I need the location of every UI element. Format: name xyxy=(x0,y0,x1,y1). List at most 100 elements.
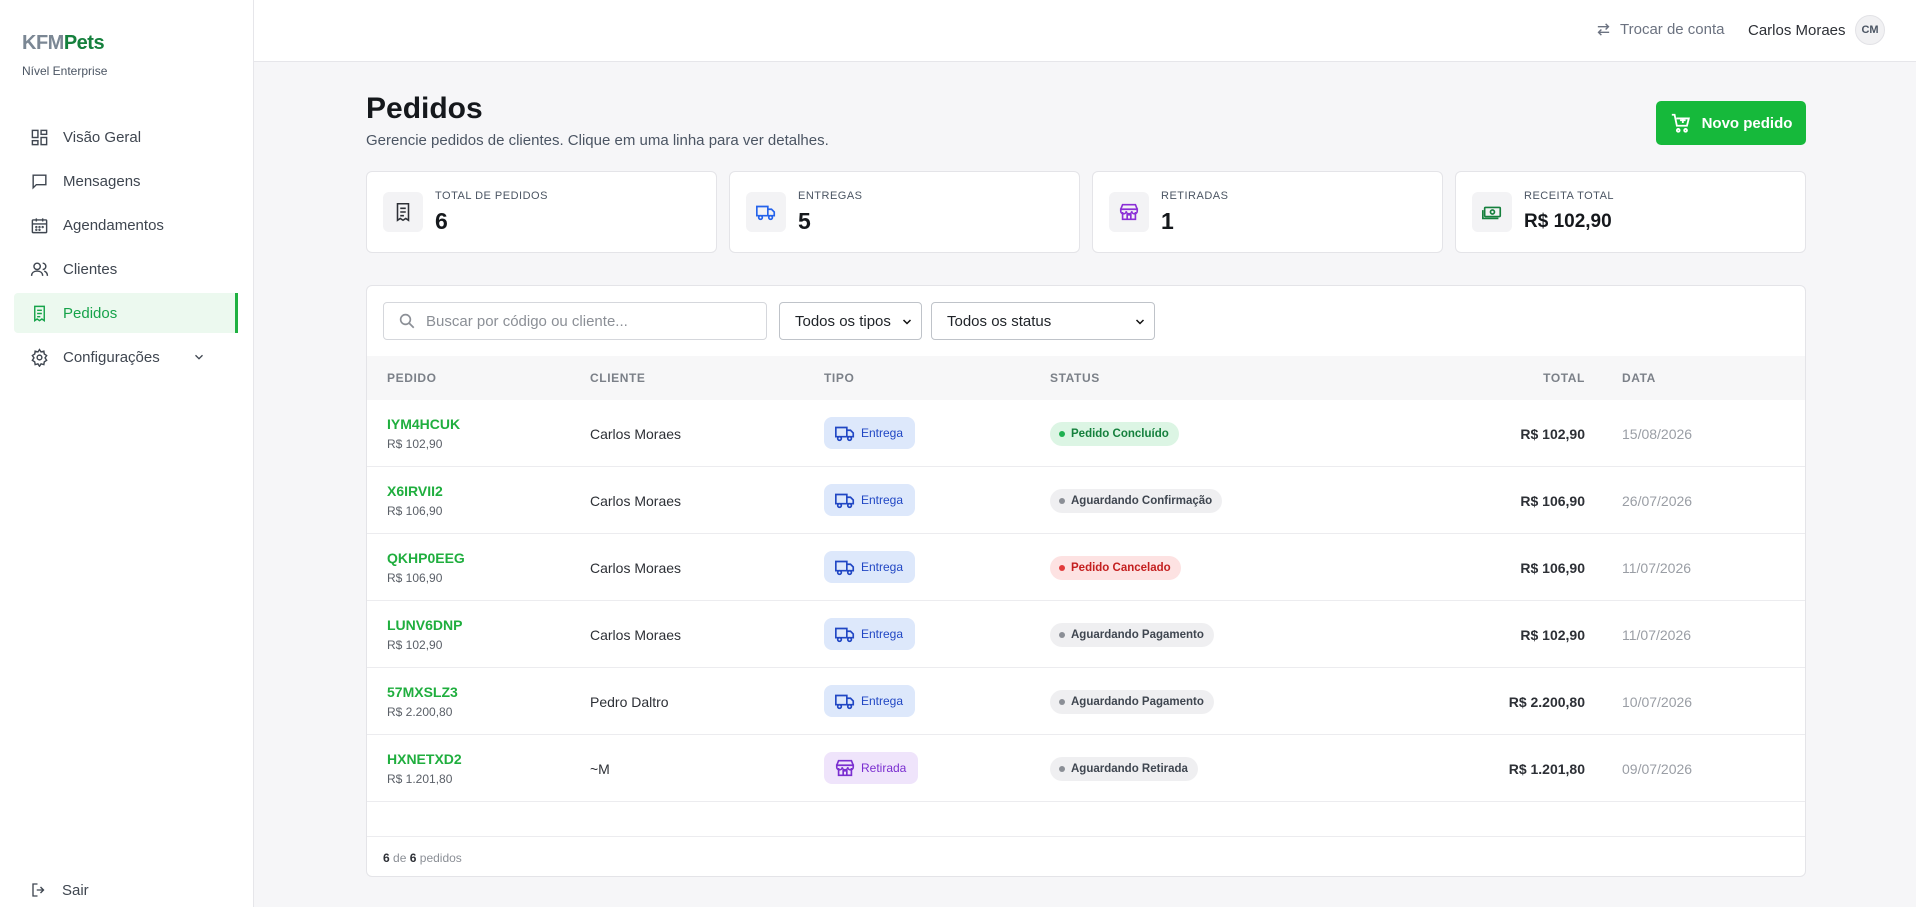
sidebar-item-label: Agendamentos xyxy=(63,216,164,234)
top-bar: Trocar de conta Carlos Moraes CM xyxy=(254,0,1916,62)
type-label: Entrega xyxy=(861,694,904,708)
brand-logo[interactable]: KFMPets xyxy=(22,32,105,55)
truck-icon xyxy=(835,426,855,442)
status-dot xyxy=(1059,565,1065,571)
column-header-date[interactable]: DATA xyxy=(1622,371,1656,385)
type-badge: Retirada xyxy=(824,752,919,784)
new-order-label: Novo pedido xyxy=(1701,114,1793,132)
stat-label: TOTAL DE PEDIDOS xyxy=(435,190,548,202)
brand-logo-part1: KFM xyxy=(22,32,64,54)
sidebar-item-agendamentos[interactable]: Agendamentos xyxy=(14,205,238,245)
status-label: Aguardando Retirada xyxy=(1071,763,1188,775)
of-label: de xyxy=(393,851,407,865)
table-row[interactable]: IYM4HCUK R$ 102,90 Carlos Moraes Entrega Ped… xyxy=(367,400,1805,467)
column-header-order[interactable]: PEDIDO xyxy=(387,371,437,385)
receipt-icon xyxy=(383,192,423,232)
status-filter-select[interactable]: Todos os status xyxy=(931,302,1155,340)
chevron-down-icon xyxy=(1135,319,1145,325)
status-dot xyxy=(1059,766,1065,772)
order-amount: R$ 102,90 xyxy=(387,437,443,451)
type-badge: Entrega xyxy=(824,618,916,650)
swap-icon xyxy=(1597,23,1610,36)
column-header-status[interactable]: STATUS xyxy=(1050,371,1100,385)
brand-tier: Nível Enterprise xyxy=(22,64,108,78)
sidebar-item-clientes[interactable]: Clientes xyxy=(14,249,238,289)
order-amount: R$ 102,90 xyxy=(387,638,443,652)
type-badge: Entrega xyxy=(824,484,916,516)
type-badge: Entrega xyxy=(824,417,916,449)
receipt-icon xyxy=(34,305,45,322)
order-code[interactable]: 57MXSLZ3 xyxy=(387,684,458,700)
sidebar-item-configuracoes[interactable]: Configurações xyxy=(14,337,238,377)
order-amount: R$ 2.200,80 xyxy=(387,705,453,719)
status-badge: Aguardando Pagamento xyxy=(1050,690,1214,714)
user-name[interactable]: Carlos Moraes xyxy=(1748,22,1846,39)
stat-card-pickups: RETIRADAS 1 xyxy=(1092,171,1443,253)
order-date: 11/07/2026 xyxy=(1622,627,1692,643)
sidebar-item-visao-geral[interactable]: Visão Geral xyxy=(14,117,238,157)
avatar[interactable]: CM xyxy=(1855,15,1885,45)
stat-value: 1 xyxy=(1161,208,1174,234)
type-label: Entrega xyxy=(861,426,904,440)
order-code[interactable]: HXNETXD2 xyxy=(387,751,462,767)
order-code[interactable]: QKHP0EEG xyxy=(387,550,465,566)
order-total: R$ 102,90 xyxy=(1520,426,1585,442)
type-filter-select[interactable]: Todos os tipos xyxy=(779,302,922,340)
table-row[interactable]: QKHP0EEG R$ 106,90 Carlos Moraes Entrega Ped… xyxy=(367,534,1805,601)
search-box[interactable] xyxy=(383,302,767,340)
client-name: Carlos Moraes xyxy=(590,627,682,643)
dashboard-icon xyxy=(31,129,48,145)
sidebar-item-mensagens[interactable]: Mensagens xyxy=(14,161,238,201)
order-code[interactable]: IYM4HCUK xyxy=(387,416,460,432)
client-name: Pedro Daltro xyxy=(590,694,669,710)
sidebar-item-label: Pedidos xyxy=(63,304,118,322)
truck-icon xyxy=(835,627,855,643)
stat-card-deliveries: ENTREGAS 5 xyxy=(729,171,1080,253)
order-date: 11/07/2026 xyxy=(1622,560,1692,576)
gear-icon xyxy=(31,347,48,367)
store-icon xyxy=(1109,192,1149,232)
search-icon xyxy=(399,313,415,329)
column-header-type[interactable]: TIPO xyxy=(824,371,854,385)
status-badge: Aguardando Pagamento xyxy=(1050,623,1214,647)
chevron-down-icon xyxy=(902,319,912,325)
order-code[interactable]: LUNV6DNP xyxy=(387,617,462,633)
type-filter-value: Todos os tipos xyxy=(795,312,891,330)
status-dot xyxy=(1059,632,1065,638)
chat-icon xyxy=(32,173,47,190)
pagination-summary: 6 de 6 pedidos xyxy=(383,851,462,865)
order-date: 09/07/2026 xyxy=(1622,761,1693,777)
stat-card-total-orders: TOTAL DE PEDIDOS 6 xyxy=(366,171,717,253)
order-amount: R$ 106,90 xyxy=(387,504,443,518)
type-label: Entrega xyxy=(861,627,904,641)
status-dot xyxy=(1059,498,1065,504)
table-footer: 6 de 6 pedidos xyxy=(367,836,1805,876)
table-row[interactable]: 57MXSLZ3 R$ 2.200,80 Pedro Daltro Entrega Ag… xyxy=(367,668,1805,735)
sidebar-item-label: Clientes xyxy=(63,260,118,278)
type-badge: Entrega xyxy=(824,685,916,717)
truck-icon xyxy=(835,694,855,710)
order-date: 10/07/2026 xyxy=(1622,694,1693,710)
logout-button[interactable]: Sair xyxy=(30,879,89,901)
table-row[interactable]: HXNETXD2 R$ 1.201,80 ~M Retirada Aguardando … xyxy=(367,735,1805,802)
order-code[interactable]: X6IRVII2 xyxy=(387,483,443,499)
column-header-client[interactable]: CLIENTE xyxy=(590,371,646,385)
money-icon xyxy=(1472,192,1512,232)
switch-account-button[interactable]: Trocar de conta xyxy=(1595,21,1725,38)
sidebar-item-label: Configurações xyxy=(63,348,160,366)
new-order-button[interactable]: Novo pedido xyxy=(1656,101,1806,145)
status-label: Aguardando Pagamento xyxy=(1071,696,1204,708)
stat-label: ENTREGAS xyxy=(798,190,863,202)
table-row[interactable]: X6IRVII2 R$ 106,90 Carlos Moraes Entrega Agu… xyxy=(367,467,1805,534)
logout-icon xyxy=(32,883,45,897)
stat-value: 6 xyxy=(435,208,448,234)
status-label: Aguardando Confirmação xyxy=(1071,495,1213,507)
unit-label: pedidos xyxy=(419,851,462,865)
order-amount: R$ 1.201,80 xyxy=(387,772,453,786)
column-header-total[interactable]: TOTAL xyxy=(1543,371,1585,385)
stat-value: R$ 102,90 xyxy=(1524,211,1612,232)
search-input[interactable] xyxy=(426,312,746,330)
sidebar-item-pedidos[interactable]: Pedidos xyxy=(14,293,238,333)
table-row[interactable]: LUNV6DNP R$ 102,90 Carlos Moraes Entrega Agu… xyxy=(367,601,1805,668)
type-badge: Entrega xyxy=(824,551,916,583)
